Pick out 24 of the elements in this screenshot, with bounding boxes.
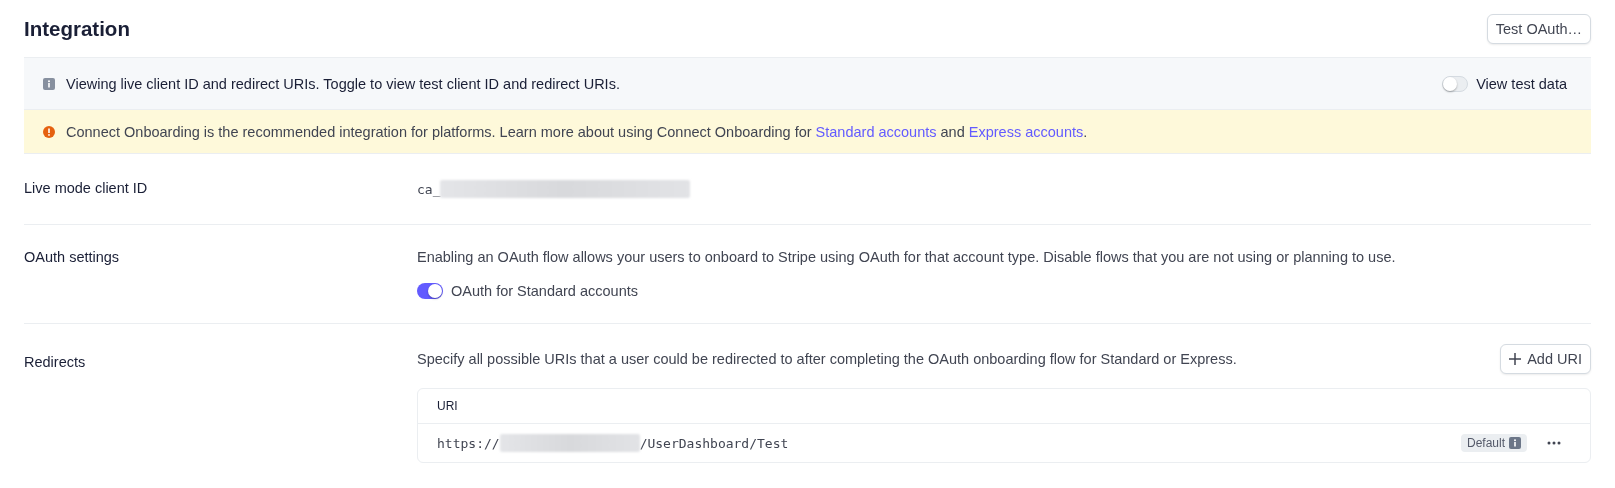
toggle-switch[interactable] [1442,75,1469,92]
description: Specify all possible URIs that a user could be redirected to after completing the OAuth onboarding flow for Standard or Express. [417,351,1237,367]
toggle-label: OAuth for Standard accounts [451,283,638,299]
warning-icon [43,125,55,138]
banner-text: Viewing live client ID and redirect URIs. Toggle to view test client ID and redirect URIs. [66,75,621,92]
info-icon [43,77,55,90]
toggle-label: View test data [1476,75,1567,92]
uri-suffix: /UserDashboard/Test [639,435,789,451]
column-header: URI [437,399,458,413]
link[interactable]: Standard accounts [815,123,937,140]
plus-icon [1509,353,1522,365]
banner-text: Connect Onboarding is the recommended integration for platforms. Learn more about using Connect Onboarding for Standard accounts and Express accounts. [66,123,1088,140]
client-id-prefix: ca_ [417,181,441,197]
description: Enabling an OAuth flow allows your users to onboard to Stripe using OAuth for that account type. Disable flows that you are not using or planning to use. [417,249,1397,265]
row-label: Live mode client ID [24,180,149,198]
row-label: Redirects [24,354,87,372]
info-icon [1509,437,1521,449]
page-title: Integration [24,16,130,41]
row-label: OAuth settings [24,249,121,267]
toggle-switch[interactable] [417,283,443,299]
add-uri-button[interactable]: Add URI [1500,344,1591,374]
default-badge: Default [1460,434,1527,452]
test-oauth-button[interactable]: Test OAuth… [1486,13,1591,44]
uri-prefix: https:// [437,435,500,451]
